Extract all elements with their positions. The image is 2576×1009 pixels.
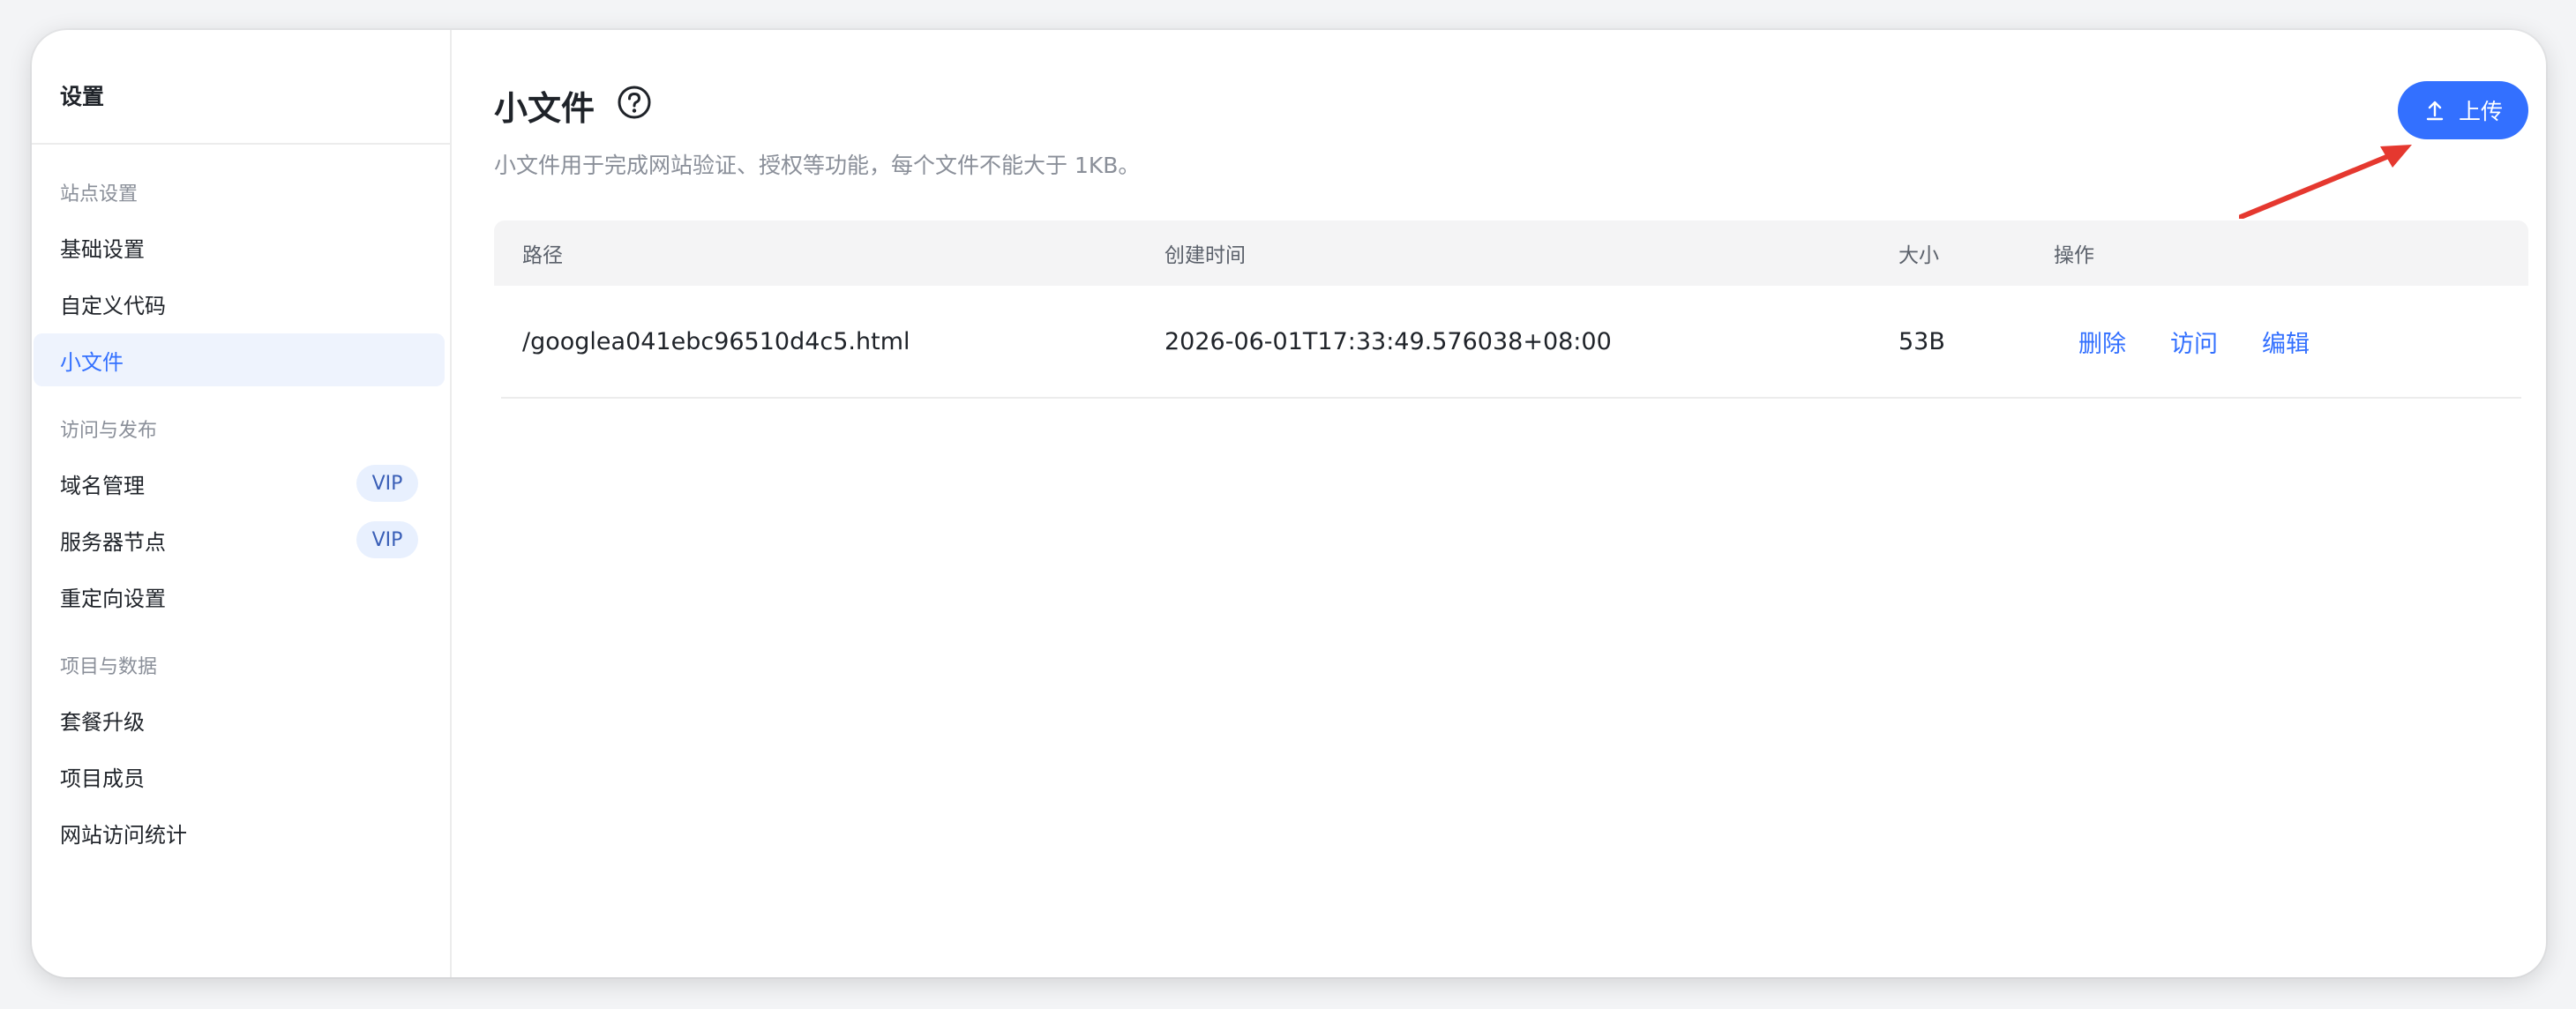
visit-link-label: 访问 xyxy=(2170,330,2218,358)
sidebar-item-plan-upgrade[interactable]: 套餐升级 xyxy=(34,693,445,746)
column-header-path: 路径 xyxy=(522,244,563,267)
column-header-actions: 操作 xyxy=(2054,244,2094,267)
section-project-data: 项目与数据 xyxy=(60,656,158,678)
sidebar-item-server-nodes[interactable]: 服务器节点 VIP xyxy=(34,513,445,566)
sidebar-item-label: 自定义代码 xyxy=(60,293,166,318)
sidebar-divider xyxy=(32,143,450,145)
upload-icon xyxy=(2423,99,2446,122)
sidebar-item-label: 套餐升级 xyxy=(60,709,145,735)
sidebar-item-project-members[interactable]: 项目成员 xyxy=(34,750,445,803)
upload-button[interactable]: 上传 xyxy=(2398,81,2528,139)
sidebar-item-small-files[interactable]: 小文件 xyxy=(34,333,445,386)
sidebar-item-label: 小文件 xyxy=(60,349,124,375)
vip-badge: VIP xyxy=(356,465,418,502)
settings-sidebar: 设置 站点设置 基础设置 自定义代码 小文件 访问与发布 域名管理 VIP 服务… xyxy=(32,30,452,977)
edit-link[interactable]: 编辑 xyxy=(2262,286,2310,397)
sidebar-item-label: 重定向设置 xyxy=(60,586,166,611)
annotation-arrow-icon xyxy=(2239,145,2412,219)
page-subtitle: 小文件用于完成网站验证、授权等功能，每个文件不能大于 1KB。 xyxy=(494,153,1141,178)
upload-button-label: 上传 xyxy=(2458,99,2503,124)
sidebar-item-label: 服务器节点 xyxy=(60,529,166,555)
question-circle-icon[interactable] xyxy=(617,85,652,120)
sidebar-item-custom-code[interactable]: 自定义代码 xyxy=(34,277,445,330)
sidebar-item-label: 基础设置 xyxy=(60,236,145,262)
small-files-panel: 小文件 小文件用于完成网站验证、授权等功能，每个文件不能大于 1KB。 上传 路… xyxy=(452,30,2546,977)
sidebar-item-label: 域名管理 xyxy=(60,473,145,498)
delete-link[interactable]: 删除 xyxy=(2078,286,2126,397)
delete-link-label: 删除 xyxy=(2078,330,2126,358)
cell-created: 2026-06-01T17:33:49.576038+08:00 xyxy=(1164,327,1612,355)
sidebar-item-basic-settings[interactable]: 基础设置 xyxy=(34,220,445,273)
sidebar-title: 设置 xyxy=(60,84,105,109)
page-title: 小文件 xyxy=(494,89,595,128)
column-header-size: 大小 xyxy=(1898,244,1939,267)
cell-size: 53B xyxy=(1898,327,1945,355)
cell-path: /googlea041ebc96510d4c5.html xyxy=(522,327,910,355)
settings-window: 设置 站点设置 基础设置 自定义代码 小文件 访问与发布 域名管理 VIP 服务… xyxy=(32,30,2546,977)
column-header-created: 创建时间 xyxy=(1164,244,1246,267)
table-row: /googlea041ebc96510d4c5.html 2026-06-01T… xyxy=(501,286,2521,399)
sidebar-item-redirect-settings[interactable]: 重定向设置 xyxy=(34,570,445,623)
table-header: 路径 创建时间 大小 操作 xyxy=(494,220,2528,286)
section-access-publish: 访问与发布 xyxy=(60,420,158,442)
sidebar-item-label: 项目成员 xyxy=(60,766,145,791)
sidebar-item-label: 网站访问统计 xyxy=(60,822,187,848)
edit-link-label: 编辑 xyxy=(2262,330,2310,358)
sidebar-item-site-stats[interactable]: 网站访问统计 xyxy=(34,806,445,859)
vip-badge: VIP xyxy=(356,521,418,558)
files-table: 路径 创建时间 大小 操作 /googlea041ebc96510d4c5.ht… xyxy=(494,220,2528,399)
visit-link[interactable]: 访问 xyxy=(2170,286,2218,397)
section-site-settings: 站点设置 xyxy=(60,183,139,206)
sidebar-item-domain-management[interactable]: 域名管理 VIP xyxy=(34,457,445,510)
